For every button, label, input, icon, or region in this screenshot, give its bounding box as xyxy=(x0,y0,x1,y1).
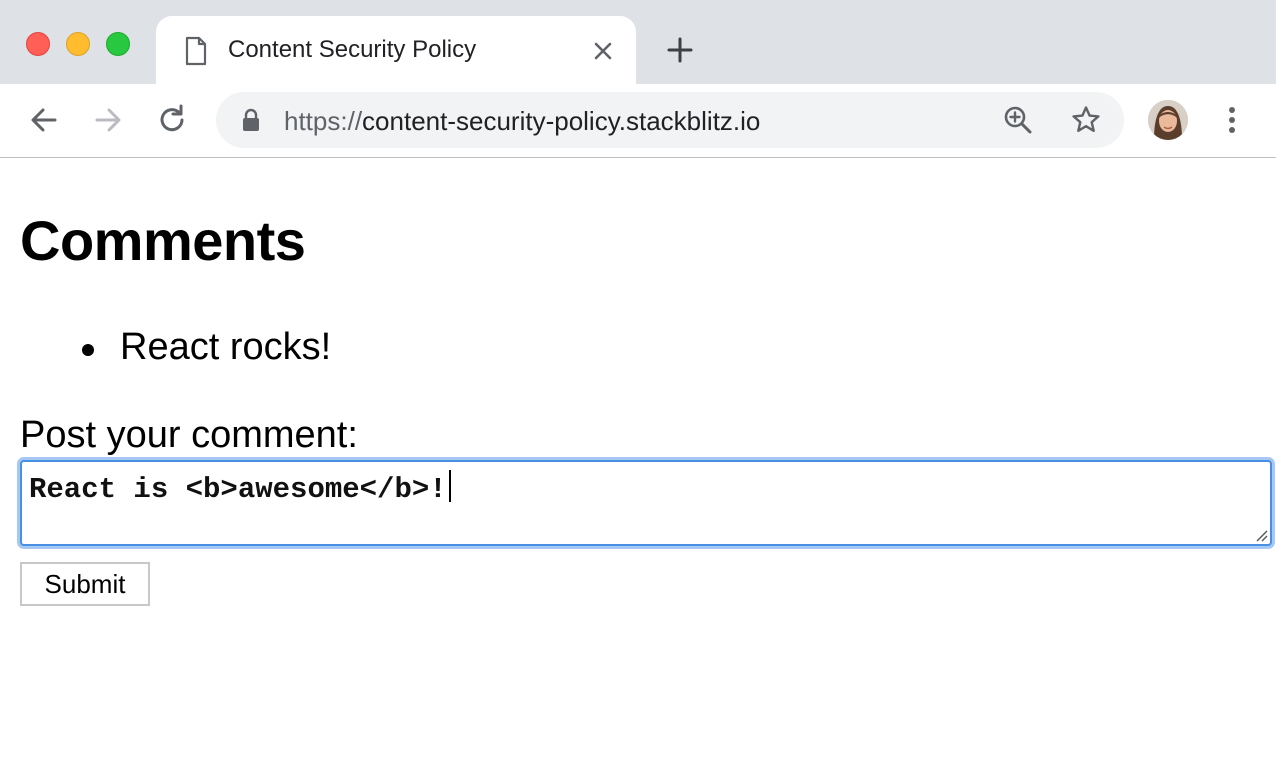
browser-tab[interactable]: Content Security Policy xyxy=(156,16,636,84)
page-title: Comments xyxy=(20,209,306,272)
address-bar[interactable]: https://content-security-policy.stackbli… xyxy=(216,92,1124,148)
lock-icon[interactable] xyxy=(240,108,262,132)
url-text[interactable]: https://content-security-policy.stackbli… xyxy=(284,106,760,137)
window-close-button[interactable] xyxy=(26,32,50,56)
document-icon xyxy=(185,36,207,66)
comment-text: React rocks! xyxy=(120,326,332,368)
bullet xyxy=(82,344,94,356)
close-icon[interactable] xyxy=(588,36,618,66)
plus-icon[interactable] xyxy=(664,34,696,66)
tab-strip: Content Security Policy xyxy=(0,0,1276,84)
comment-list: React rocks! xyxy=(80,326,331,369)
comment-textarea[interactable]: React is <b>awesome</b>! xyxy=(20,460,1272,546)
url-scheme: https:// xyxy=(284,106,363,136)
avatar-image xyxy=(1148,100,1188,140)
window-maximize-button[interactable] xyxy=(106,32,130,56)
browser-toolbar: https://content-security-policy.stackbli… xyxy=(0,84,1276,158)
url-host: content-security-policy.stackblitz.io xyxy=(362,106,761,136)
page-content: Comments React rocks! Post your comment:… xyxy=(0,158,1276,776)
reload-icon[interactable] xyxy=(154,102,190,138)
window-minimize-button[interactable] xyxy=(66,32,90,56)
text-caret xyxy=(448,470,451,502)
back-arrow-icon[interactable] xyxy=(26,102,62,138)
zoom-in-icon[interactable] xyxy=(1002,104,1034,136)
resize-grip-icon[interactable] xyxy=(1252,526,1268,542)
forward-arrow-icon[interactable] xyxy=(90,102,126,138)
more-menu-icon[interactable] xyxy=(1216,102,1248,138)
comment-label: Post your comment: xyxy=(20,414,358,456)
submit-button[interactable]: Submit xyxy=(20,562,150,606)
textarea-text: React is <b>awesome</b>! xyxy=(29,473,447,506)
avatar[interactable] xyxy=(1148,100,1188,140)
star-icon[interactable] xyxy=(1070,104,1102,136)
tab-title: Content Security Policy xyxy=(228,36,477,63)
list-item: React rocks! xyxy=(80,326,331,369)
textarea-value: React is <b>awesome</b>! xyxy=(29,470,451,506)
